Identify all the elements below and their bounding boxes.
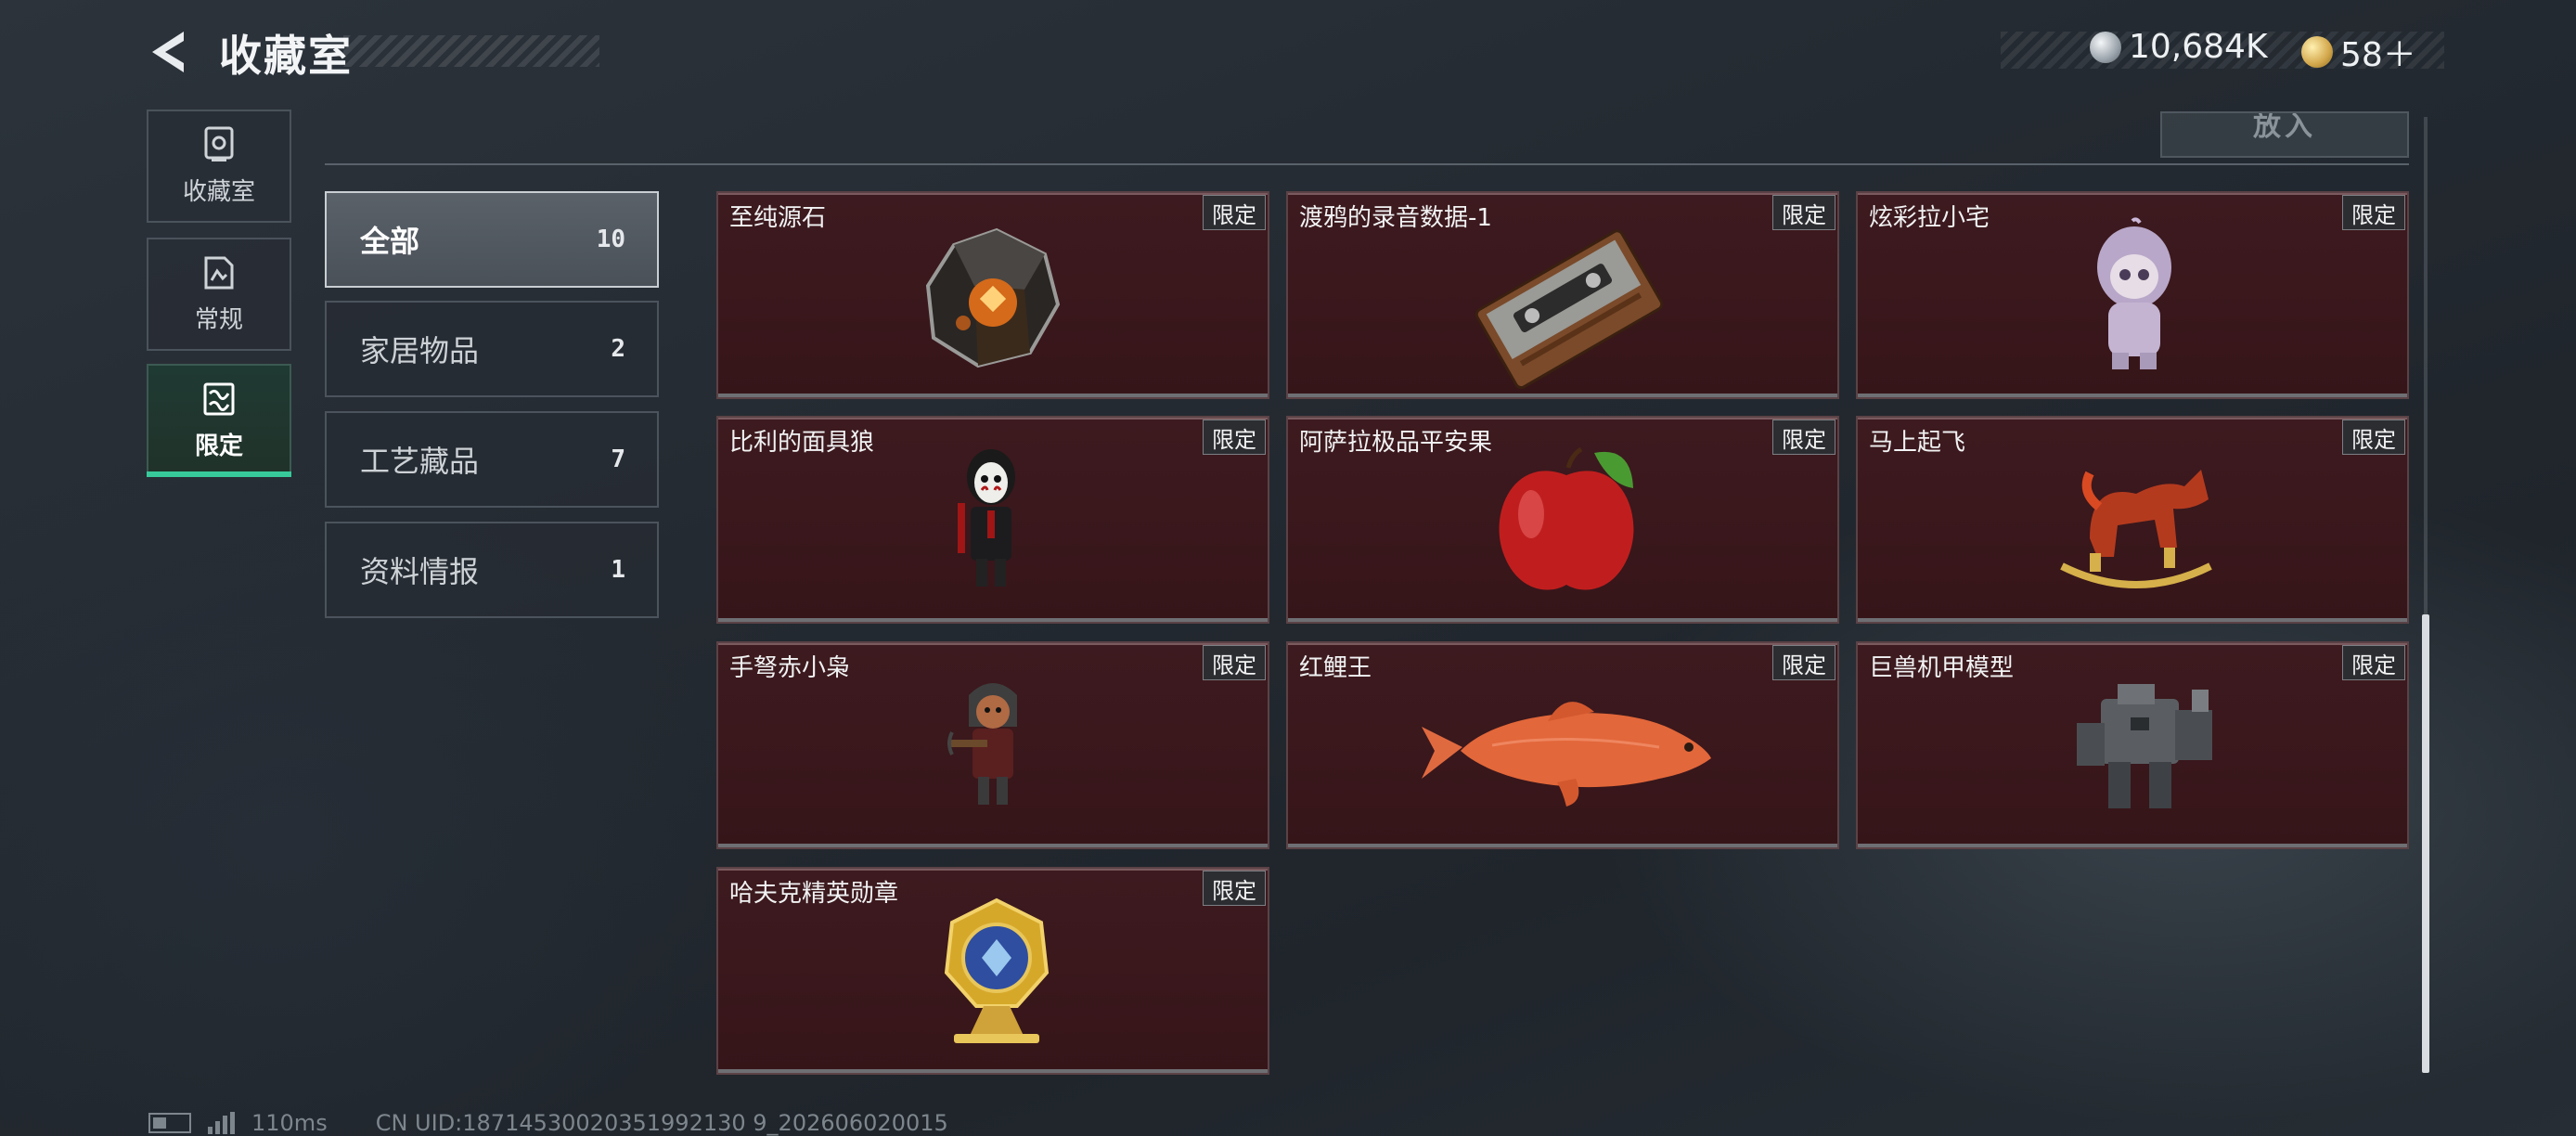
item-card[interactable]: 巨兽机甲模型 限定 bbox=[1856, 641, 2409, 849]
side-tab-collection[interactable]: 收藏室 bbox=[147, 110, 291, 223]
user-uid: CN UID:18714530020351992130 9_2026060200… bbox=[375, 1110, 948, 1136]
title-decoration bbox=[343, 35, 599, 67]
limited-badge: 限定 bbox=[1203, 195, 1266, 230]
side-tab-label: 收藏室 bbox=[182, 177, 255, 206]
limited-badge: 限定 bbox=[2342, 645, 2405, 680]
status-footer: 110ms CN UID:18714530020351992130 9_2026… bbox=[148, 1110, 948, 1136]
side-tab-regular[interactable]: 常规 bbox=[147, 238, 291, 351]
scrollbar-thumb[interactable] bbox=[2422, 614, 2429, 1073]
item-card[interactable]: 手弩赤小枭 限定 bbox=[716, 641, 1269, 849]
category-label: 资料情报 bbox=[360, 554, 480, 589]
limited-badge: 限定 bbox=[2342, 420, 2405, 455]
limited-badge: 限定 bbox=[1203, 420, 1266, 455]
page-title: 收藏室 bbox=[219, 31, 353, 81]
category-count: 7 bbox=[611, 445, 625, 473]
side-tab-label: 常规 bbox=[194, 305, 243, 334]
side-tab-label: 限定 bbox=[194, 432, 243, 460]
item-card[interactable]: 渡鸦的录音数据-1 限定 bbox=[1286, 191, 1839, 399]
item-card[interactable]: 炫彩拉小宅 限定 bbox=[1856, 191, 2409, 399]
collection-icon bbox=[204, 126, 234, 161]
item-name: 哈夫克精英勋章 bbox=[729, 880, 899, 908]
category-crafts[interactable]: 工艺藏品 7 bbox=[325, 411, 659, 508]
limited-badge: 限定 bbox=[1772, 420, 1835, 455]
ping-value: 110ms bbox=[251, 1110, 328, 1136]
limited-badge: 限定 bbox=[1203, 645, 1266, 680]
item-card[interactable]: 红鲤王 限定 bbox=[1286, 641, 1839, 849]
item-card[interactable]: 马上起飞 限定 bbox=[1856, 416, 2409, 624]
item-name: 阿萨拉极品平安果 bbox=[1299, 429, 1493, 457]
limited-badge: 限定 bbox=[1203, 871, 1266, 906]
item-card[interactable]: 阿萨拉极品平安果 限定 bbox=[1286, 416, 1839, 624]
silver-coin-icon bbox=[2090, 31, 2121, 63]
gold-token-icon bbox=[2301, 36, 2333, 68]
put-in-button[interactable]: 放入 bbox=[2160, 111, 2409, 158]
category-label: 工艺藏品 bbox=[360, 444, 480, 479]
limited-badge: 限定 bbox=[2342, 195, 2405, 230]
category-all[interactable]: 全部 10 bbox=[325, 191, 659, 288]
section-label-partial bbox=[325, 100, 445, 121]
limited-badge: 限定 bbox=[1772, 195, 1835, 230]
item-card[interactable]: 至纯源石 限定 bbox=[716, 191, 1269, 399]
battery-icon bbox=[148, 1113, 191, 1133]
category-count: 1 bbox=[611, 556, 625, 584]
item-name: 马上起飞 bbox=[1869, 429, 1966, 457]
item-name: 炫彩拉小宅 bbox=[1869, 204, 1990, 232]
item-name: 手弩赤小枭 bbox=[729, 654, 851, 682]
currency-silver[interactable]: 10,684K bbox=[2090, 28, 2268, 66]
category-label: 家居物品 bbox=[360, 333, 480, 368]
section-divider bbox=[325, 163, 2409, 165]
item-name: 比利的面具狼 bbox=[729, 429, 875, 457]
category-home-items[interactable]: 家居物品 2 bbox=[325, 301, 659, 397]
regular-items-icon bbox=[204, 256, 234, 289]
item-name: 红鲤王 bbox=[1299, 654, 1372, 682]
category-intel[interactable]: 资料情报 1 bbox=[325, 522, 659, 618]
item-name: 渡鸦的录音数据-1 bbox=[1299, 204, 1492, 232]
currency-gold[interactable]: 58＋ bbox=[2301, 28, 2416, 76]
category-count: 2 bbox=[611, 335, 625, 363]
signal-icon bbox=[208, 1112, 235, 1134]
currency-value: 10,684K bbox=[2129, 28, 2268, 66]
item-name: 巨兽机甲模型 bbox=[1869, 654, 2015, 682]
limited-items-icon bbox=[203, 382, 235, 415]
side-tab-limited[interactable]: 限定 bbox=[147, 364, 291, 477]
limited-badge: 限定 bbox=[1772, 645, 1835, 680]
back-button[interactable] bbox=[147, 28, 189, 76]
item-card[interactable]: 哈夫克精英勋章 限定 bbox=[716, 867, 1269, 1075]
category-label: 全部 bbox=[360, 224, 420, 259]
currency-value: 58＋ bbox=[2340, 36, 2416, 74]
item-card[interactable]: 比利的面具狼 限定 bbox=[716, 416, 1269, 624]
item-name: 至纯源石 bbox=[729, 204, 827, 232]
category-count: 10 bbox=[596, 226, 625, 253]
